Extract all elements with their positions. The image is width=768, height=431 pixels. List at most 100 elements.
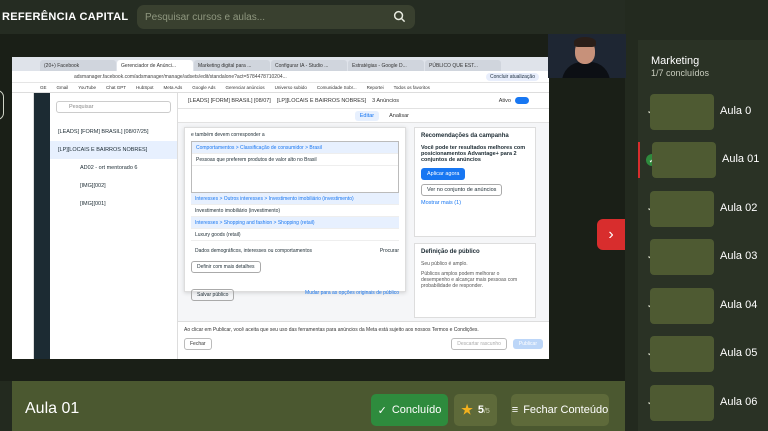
see-adset-button[interactable]: Ver no conjunto de anúncios xyxy=(421,184,503,196)
rec-title: Recomendações da campanha xyxy=(421,133,509,139)
tree-ad[interactable]: [IMG][002] xyxy=(50,177,177,195)
shared-screen: (20+) Facebook Gerenciador de Anúnci... … xyxy=(12,57,549,359)
list-icon: ≡ xyxy=(511,404,519,416)
bookmark[interactable]: Todos os favoritos xyxy=(394,85,430,90)
discard-draft-button[interactable]: Descartar rascunho xyxy=(451,338,507,350)
check-icon: ✓ xyxy=(377,404,387,417)
recommendations-panel: Recomendações da campanha Você pode ter … xyxy=(414,127,536,237)
review-button[interactable]: Analisar xyxy=(389,113,409,119)
lesson-item[interactable]: ✓ Aula 04 xyxy=(638,288,768,324)
tree-ad[interactable]: [IMG][001] xyxy=(50,195,177,213)
publish-button[interactable]: Publicar xyxy=(512,339,543,349)
lesson-title: Aula 01 xyxy=(25,400,80,417)
footer-actions: Fechar Descartar rascunho Publicar xyxy=(184,338,543,350)
popup-actions: Salvar público Mudar para as opções orig… xyxy=(191,285,399,301)
bookmark[interactable]: GE xyxy=(40,85,47,90)
next-lesson-button[interactable]: › xyxy=(597,219,625,250)
close-content-button[interactable]: ≡ Fechar Conteúdo xyxy=(511,394,609,426)
lesson-item[interactable]: ✓ Aula 0 xyxy=(638,94,768,130)
tree-search-input[interactable]: Pesquisar xyxy=(56,101,171,113)
bookmark[interactable]: Reportei xyxy=(367,85,384,90)
targeting-item[interactable]: Investimento imobiliário (investimento) xyxy=(191,205,399,217)
meta-rail xyxy=(12,93,34,359)
video-left-control[interactable] xyxy=(0,90,4,120)
bookmark[interactable]: Comunidade Sobr... xyxy=(317,85,357,90)
bookmark[interactable]: HubSpot xyxy=(136,85,154,90)
close-content-label: Fechar Conteúdo xyxy=(523,404,609,416)
lesson-item[interactable]: ✓ Aula 06 xyxy=(638,385,768,421)
lesson-thumbnail xyxy=(650,94,714,130)
bookmark[interactable]: Gerenciar anúncios xyxy=(226,85,265,90)
browser-tab[interactable]: PÚBLICO QUE EST... xyxy=(425,60,501,71)
bookmark[interactable]: Meta Ads xyxy=(164,85,183,90)
targeting-search-input[interactable]: Dados demográficos, interesses ou compor… xyxy=(191,245,399,257)
toggle-switch[interactable] xyxy=(515,97,529,104)
lesson-thumbnail xyxy=(650,191,714,227)
update-button[interactable]: Concluir atualização xyxy=(485,72,539,81)
search-input[interactable]: Pesquisar cursos e aulas... xyxy=(137,5,415,29)
browser-tab-active[interactable]: Gerenciador de Anúnci... xyxy=(117,60,193,71)
course-progress: 1/7 concluídos xyxy=(651,68,710,78)
def-line: Seu público é amplo. xyxy=(421,261,468,267)
browser-tab[interactable]: Estratégias - Google D... xyxy=(348,60,424,71)
lesson-item-active[interactable]: ✓ Aula 01 xyxy=(638,142,768,178)
bookmark[interactable]: Google Ads xyxy=(192,85,215,90)
star-icon: ★ xyxy=(461,402,473,417)
tree-campaign[interactable]: [LEADS] [FORM] BRASIL] [08/07/25] xyxy=(50,123,177,141)
lesson-item[interactable]: ✓ Aula 02 xyxy=(638,191,768,227)
breadcrumb-adset[interactable]: [LP][LOCAIS E BAIRROS NOBRES] xyxy=(277,98,366,104)
tree-adset[interactable]: [LP][LOCAIS E BAIRROS NOBRES] xyxy=(50,141,177,159)
breadcrumb-campaign[interactable]: [LEADS] [FORM] BRASIL] [08/07] xyxy=(188,98,271,104)
lesson-sidebar: Marketing 1/7 concluídos ✓ Aula 0 ✓ Aula… xyxy=(638,40,768,431)
bookmark[interactable]: Universo subido xyxy=(275,85,307,90)
lesson-thumbnail xyxy=(650,288,714,324)
presenter-webcam xyxy=(548,34,626,78)
tree-ad[interactable]: AD02 - ort mentorado 6 xyxy=(50,159,177,177)
close-button[interactable]: Fechar xyxy=(184,338,212,350)
def-title: Definição de público xyxy=(421,249,480,255)
rec-body: Você pode ter resultados melhores com po… xyxy=(421,145,526,163)
browser-tab[interactable]: Marketing digital para ... xyxy=(194,60,270,71)
save-audience-button[interactable]: Salvar público xyxy=(191,289,235,301)
completed-button[interactable]: ✓ Concluído xyxy=(371,394,448,426)
search-icon[interactable] xyxy=(393,10,406,23)
status-toggle[interactable]: Ativo xyxy=(499,97,529,104)
bookmark[interactable]: YouTube xyxy=(78,85,96,90)
address-bar[interactable]: adsmanager.facebook.com/adsmanager/manag… xyxy=(12,71,549,83)
url-text: adsmanager.facebook.com/adsmanager/manag… xyxy=(74,73,287,80)
lesson-item[interactable]: ✓ Aula 05 xyxy=(638,336,768,372)
browser-tabs: (20+) Facebook Gerenciador de Anúnci... … xyxy=(12,57,549,71)
define-more-button[interactable]: Definir com mais detalhes xyxy=(191,261,261,273)
presenter-body xyxy=(562,62,610,78)
presenter-hair xyxy=(574,37,596,47)
lesson-item[interactable]: ✓ Aula 03 xyxy=(638,239,768,275)
top-bar: REFERÊNCIA CAPITAL Pesquisar cursos e au… xyxy=(0,0,625,34)
lesson-name: Aula 06 xyxy=(720,396,758,408)
lesson-name: Aula 02 xyxy=(720,202,758,214)
course-title: Marketing xyxy=(651,55,700,67)
rating-value: 5/5 xyxy=(477,404,490,416)
targeting-item[interactable]: Pessoas que preferem produtos de valor a… xyxy=(192,154,398,166)
targeting-path: Interesses > Shopping and fashion > Shop… xyxy=(191,217,399,229)
apply-now-button[interactable]: Aplicar agora xyxy=(421,168,466,180)
chevron-right-icon: › xyxy=(608,225,614,243)
targeting-item[interactable]: Luxury goods (retail) xyxy=(191,229,399,241)
bookmark[interactable]: Gmail xyxy=(57,85,69,90)
edit-button[interactable]: Editar xyxy=(354,110,380,121)
rating-button[interactable]: ★ 5/5 xyxy=(454,394,497,426)
editor-main: [LEADS] [FORM] BRASIL] [08/07] [LP][LOCA… xyxy=(178,93,549,359)
lesson-thumbnail xyxy=(652,142,716,178)
bookmark[interactable]: Chat GPT xyxy=(106,85,126,90)
lesson-thumbnail xyxy=(650,336,714,372)
terms-text: Ao clicar em Publicar, você aceita que s… xyxy=(184,327,479,333)
breadcrumb-ads[interactable]: 3 Anúncios xyxy=(372,98,399,104)
lesson-name: Aula 04 xyxy=(720,299,758,311)
browse-link[interactable]: Procurar xyxy=(380,248,399,254)
brand-title: REFERÊNCIA CAPITAL xyxy=(2,11,129,23)
browser-tab[interactable]: (20+) Facebook xyxy=(40,60,116,71)
browser-tab[interactable]: Configurar IA - Studio ... xyxy=(271,60,347,71)
change-options-link[interactable]: Mudar para as opções originais de públic… xyxy=(305,290,399,296)
ads-manager: Pesquisar [LEADS] [FORM] BRASIL] [08/07/… xyxy=(12,93,549,359)
show-more-link[interactable]: Mostrar mais (1) xyxy=(421,200,529,206)
targeting-path: Interesses > Outros interesses > Investi… xyxy=(191,193,399,205)
